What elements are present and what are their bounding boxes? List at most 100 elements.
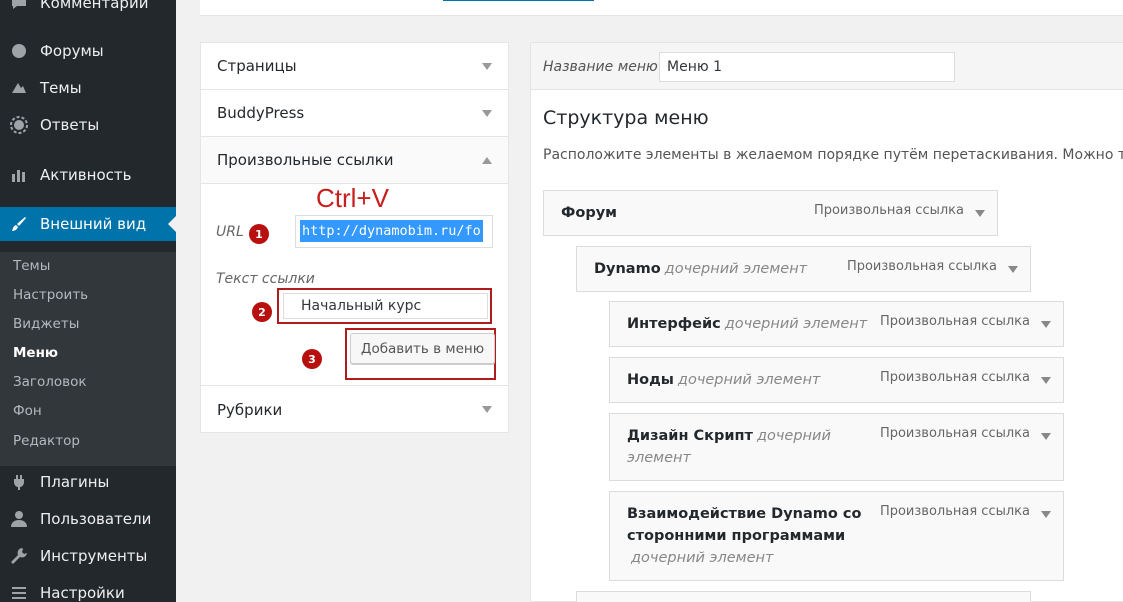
section-title: Рубрики [217, 400, 283, 419]
sidebar-item-appearance[interactable]: Внешний вид [0, 207, 176, 241]
sub-item-label: дочерний элемент [677, 372, 821, 388]
menu-item-dynamo-interop[interactable]: Взаимодействие Dynamo со сторонними прог… [609, 491, 1064, 581]
menu-item-title-line1: Взаимодействие Dynamo со [627, 506, 862, 522]
submenu-item-header[interactable]: Заголовок [13, 374, 87, 390]
menu-item-title: Dynamo дочерний элемент [594, 261, 808, 277]
menu-item-title: Форум [561, 205, 618, 221]
add-to-menu-button[interactable]: Добавить в меню [350, 333, 495, 364]
sidebar-item-users[interactable]: Пользователи [0, 502, 176, 536]
menu-name-bar: Название меню Меню 1 [531, 43, 1123, 90]
menu-editor-panel: Название меню Меню 1 Структура меню Расп… [530, 42, 1123, 602]
add-menu-items-accordion: Страницы BuddyPress Произвольные ссылки … [200, 42, 509, 433]
sidebar-item-label: Комментарии [40, 0, 149, 12]
link-text-input[interactable]: Начальный курс [277, 288, 492, 324]
submenu-item-background[interactable]: Фон [13, 403, 42, 419]
appearance-submenu: Темы Настроить Виджеты Меню Заголовок Фо… [0, 252, 176, 466]
admin-sidebar: Комментарии Форумы Темы Ответы Активност… [0, 0, 176, 602]
chevron-down-icon[interactable] [1041, 511, 1051, 518]
menu-item-title-line2: сторонними программами [627, 528, 846, 544]
replies-icon [9, 115, 29, 135]
sidebar-item-settings[interactable]: Настройки [0, 576, 176, 602]
sidebar-item-label: Форумы [40, 42, 104, 60]
custom-links-panel: Ctrl+V URL 1 http://dynamobim.ru/fo Текс… [201, 183, 508, 386]
sub-item-label-line2: элемент [627, 450, 691, 466]
add-button-highlight: Добавить в меню [345, 328, 496, 380]
submenu-item-customize[interactable]: Настроить [13, 287, 88, 303]
plugin-icon [9, 472, 29, 492]
menu-item-design-script[interactable]: Дизайн Скрипт дочерний элемент Произвольн… [609, 413, 1064, 481]
wrench-icon [9, 546, 29, 566]
sidebar-item-label: Плагины [40, 473, 110, 491]
menu-item-next[interactable] [576, 591, 1031, 602]
menu-item-title: Дизайн Скрипт дочерний [627, 428, 831, 444]
link-text-input-value: Начальный курс [301, 298, 422, 314]
sidebar-item-forums[interactable]: Форумы [0, 34, 176, 68]
top-link-underline[interactable] [443, 0, 594, 1]
menu-item-type: Произвольная ссылка [879, 504, 1030, 519]
chevron-up-icon [482, 157, 492, 164]
sidebar-item-activity[interactable]: Активность [0, 158, 176, 192]
sidebar-item-label: Темы [40, 79, 82, 97]
chevron-down-icon[interactable] [1041, 377, 1051, 384]
submenu-item-widgets[interactable]: Виджеты [13, 316, 79, 332]
sidebar-item-label: Инструменты [40, 547, 148, 565]
user-icon [9, 509, 29, 529]
menu-item-nodes[interactable]: Ноды дочерний элемент Произвольная ссылка [609, 357, 1064, 403]
section-title: Произвольные ссылки [217, 151, 394, 169]
menu-item-type: Произвольная ссылка [879, 314, 1030, 329]
accordion-section-custom-links[interactable]: Произвольные ссылки [201, 137, 508, 184]
chevron-down-icon[interactable] [1041, 433, 1051, 440]
url-input-value: http://dynamobim.ru/fo [300, 220, 483, 242]
section-title: BuddyPress [217, 104, 305, 122]
chevron-down-icon [482, 110, 492, 117]
sidebar-item-replies[interactable]: Ответы [0, 108, 176, 142]
chevron-down-icon [482, 406, 492, 413]
menu-item-type: Произвольная ссылка [879, 426, 1030, 441]
chevron-down-icon[interactable] [1008, 266, 1018, 273]
structure-description: Расположите элементы в желаемом порядке … [543, 147, 1123, 163]
structure-title: Структура меню [543, 107, 709, 129]
step-1-badge: 1 [249, 224, 269, 244]
menu-item-type: Произвольная ссылка [813, 203, 964, 218]
submenu-item-menus[interactable]: Меню [13, 345, 58, 361]
sub-item-label: дочерний элемент [724, 316, 868, 332]
sidebar-item-topics[interactable]: Темы [0, 71, 176, 105]
top-notice-strip [200, 0, 1123, 16]
menu-item-dynamo[interactable]: Dynamo дочерний элемент Произвольная ссыл… [576, 246, 1031, 292]
menu-item-interface[interactable]: Интерфейс дочерний элемент Произвольная с… [609, 301, 1064, 347]
chevron-down-icon [482, 63, 492, 70]
settings-icon [9, 583, 29, 602]
menu-item-type: Произвольная ссылка [879, 370, 1030, 385]
menu-name-label: Название меню [543, 59, 658, 75]
sub-item-label: дочерний элемент [631, 550, 774, 566]
menu-name-value: Меню 1 [667, 59, 722, 75]
menu-name-input[interactable]: Меню 1 [659, 52, 955, 82]
chevron-down-icon[interactable] [975, 210, 985, 217]
submenu-item-editor[interactable]: Редактор [13, 433, 80, 449]
menu-item-title: Ноды дочерний элемент [627, 372, 821, 388]
menu-item-type: Произвольная ссылка [846, 259, 997, 274]
topics-icon [9, 78, 29, 98]
section-title: Страницы [217, 57, 297, 75]
ctrl-v-annotation: Ctrl+V [316, 183, 389, 213]
sidebar-item-label: Внешний вид [40, 215, 147, 233]
menu-item-forum[interactable]: Форум Произвольная ссылка [543, 190, 998, 236]
url-label: URL [216, 224, 244, 240]
activity-icon [9, 165, 29, 185]
forums-icon [9, 41, 29, 61]
accordion-section-buddypress[interactable]: BuddyPress [201, 90, 508, 137]
accordion-section-pages[interactable]: Страницы [201, 43, 508, 90]
sidebar-item-tools[interactable]: Инструменты [0, 539, 176, 573]
chevron-down-icon[interactable] [1041, 321, 1051, 328]
sidebar-item-comments[interactable]: Комментарии [0, 0, 176, 20]
step-2-badge: 2 [252, 302, 272, 322]
url-input[interactable]: http://dynamobim.ru/fo [295, 215, 493, 248]
step-3-badge: 3 [302, 349, 322, 369]
sub-item-label: дочерний элемент [664, 261, 808, 277]
paintbrush-icon [9, 214, 29, 234]
sub-item-label: дочерний [756, 428, 831, 444]
menu-item-title: Интерфейс дочерний элемент [627, 316, 868, 332]
submenu-item-themes[interactable]: Темы [13, 258, 50, 274]
sidebar-item-plugins[interactable]: Плагины [0, 465, 176, 499]
accordion-section-categories[interactable]: Рубрики [201, 386, 508, 433]
